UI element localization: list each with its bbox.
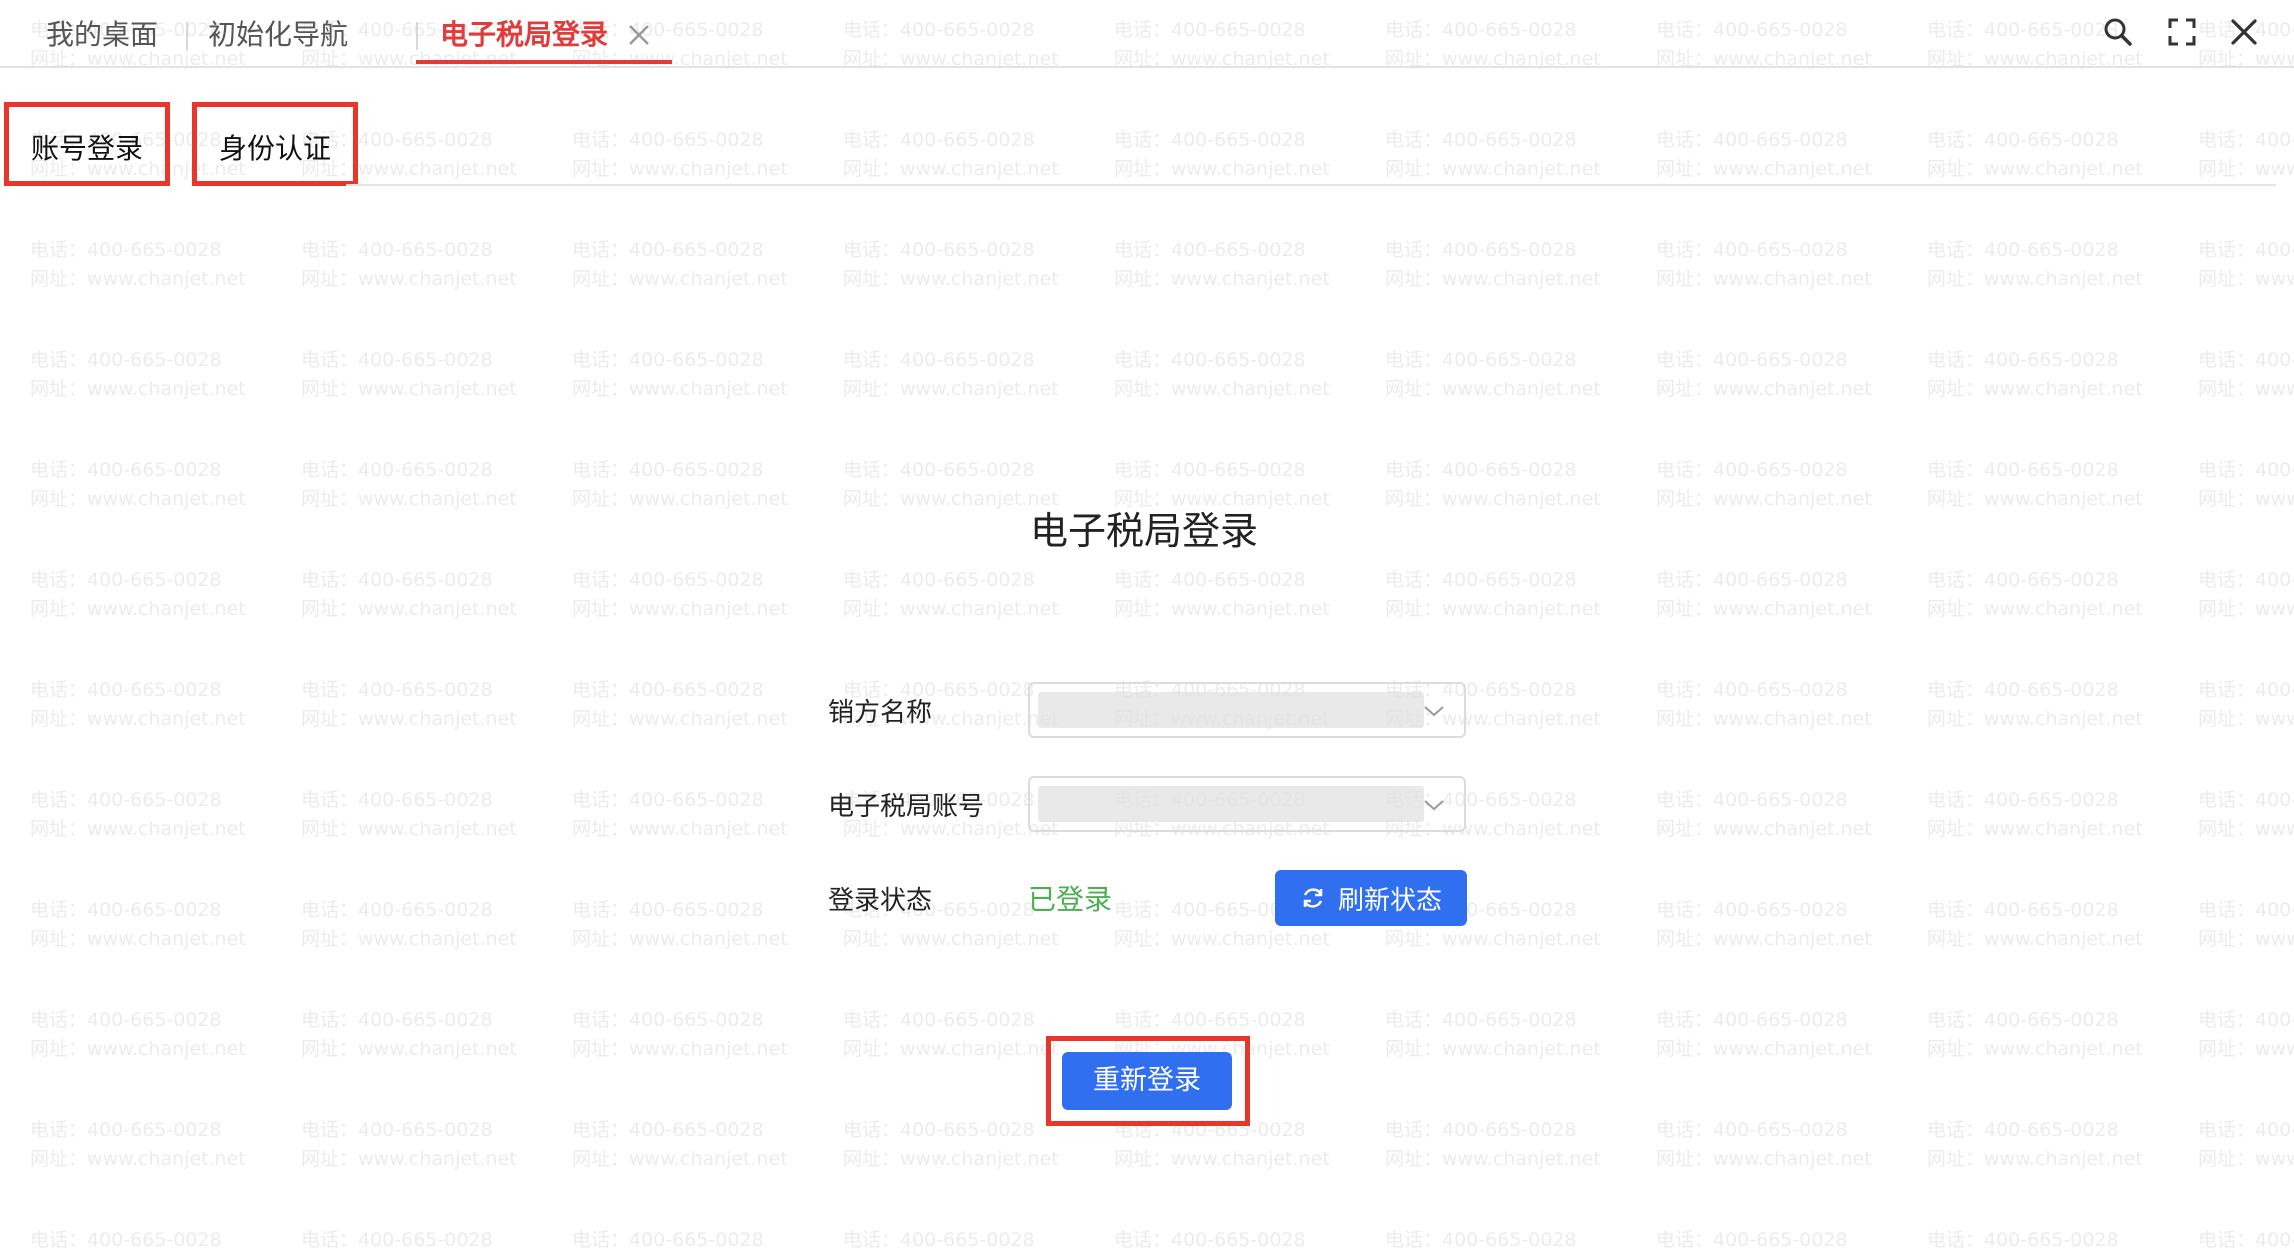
refresh-icon <box>1303 888 1323 908</box>
refresh-status-button[interactable]: 刷新状态 <box>1275 870 1467 926</box>
etax-account-select[interactable] <box>1028 776 1466 832</box>
chevron-down-icon <box>1424 800 1444 811</box>
seller-name-label: 销方名称 <box>828 698 933 728</box>
login-status-value: 已登录 <box>1028 883 1113 916</box>
etax-account-label: 电子税局账号 <box>828 792 985 822</box>
etax-login-form: 电子税局登录 销方名称 电子税局账号 登录状态 已登录 刷新状态 重新登录 <box>0 0 2294 1252</box>
redacted-value <box>1038 786 1424 822</box>
refresh-status-label: 刷新状态 <box>1337 885 1442 916</box>
login-status-label: 登录状态 <box>828 886 933 916</box>
redacted-value <box>1038 692 1424 728</box>
seller-name-select[interactable] <box>1028 682 1466 738</box>
relogin-button[interactable]: 重新登录 <box>1062 1052 1232 1110</box>
page-title: 电子税局登录 <box>1030 509 1259 553</box>
chevron-down-icon <box>1424 706 1444 717</box>
